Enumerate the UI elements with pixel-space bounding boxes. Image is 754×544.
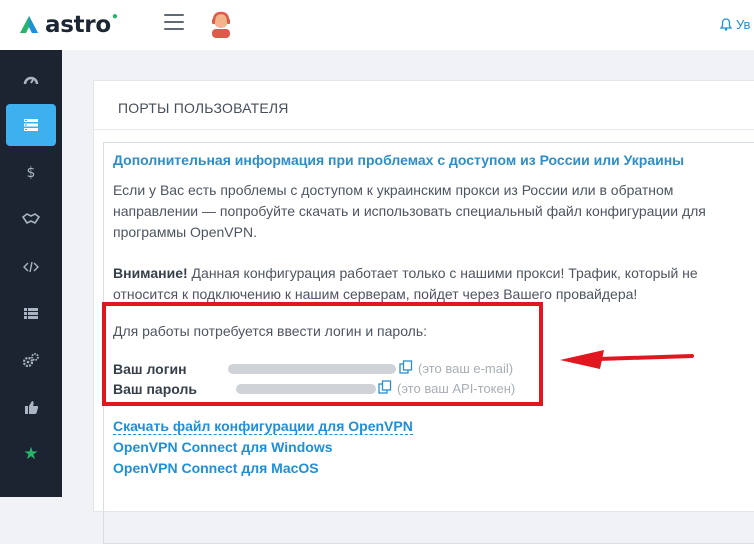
notifications-button[interactable]: Ув	[720, 17, 750, 32]
dashboard-icon	[23, 76, 39, 85]
sidebar: $ ★	[0, 50, 62, 497]
thumbs-up-icon	[24, 400, 38, 414]
sidebar-item-billing[interactable]: $	[6, 152, 56, 194]
openvpn-windows-link[interactable]: OpenVPN Connect для Windows	[113, 439, 333, 455]
sidebar-item-servers[interactable]	[6, 104, 56, 146]
code-icon	[23, 261, 39, 273]
sidebar-item-feedback[interactable]	[6, 386, 56, 428]
dollar-icon: $	[26, 165, 36, 181]
logo[interactable]: astro ●	[18, 10, 118, 38]
star-icon: ★	[23, 444, 39, 464]
download-config-link[interactable]: Скачать файл конфигурации для OpenVPN	[113, 418, 413, 435]
info-title: Дополнительная информация при проблемах …	[113, 152, 685, 168]
notifications-label: Ув	[736, 17, 751, 32]
list-icon	[24, 307, 38, 319]
settings-icon	[22, 353, 39, 368]
sidebar-item-settings[interactable]	[6, 340, 56, 382]
info-paragraph-line: направлении — попробуйте скачать и испол…	[113, 203, 706, 219]
sidebar-item-api[interactable]	[6, 246, 56, 288]
warning-text: Данная конфигурация работает только с на…	[187, 265, 698, 281]
logo-text: astro	[45, 12, 111, 38]
panel-title: ПОРТЫ ПОЛЬЗОВАТЕЛЯ	[118, 100, 289, 116]
highlight-frame	[102, 302, 543, 406]
handshake-icon	[22, 213, 40, 225]
warning-label: Внимание!	[113, 265, 188, 281]
info-paragraph-line: Если у Вас есть проблемы с доступом к ук…	[113, 182, 674, 198]
menu-toggle-icon[interactable]	[164, 14, 184, 35]
sidebar-item-dashboard[interactable]	[6, 58, 56, 100]
arrow-left-icon	[560, 350, 694, 369]
info-paragraph-line: программы OpenVPN.	[113, 224, 257, 240]
logo-dot: ●	[111, 10, 118, 22]
warning-line: Внимание! Данная конфигурация работает т…	[113, 263, 698, 284]
sidebar-item-favorites[interactable]: ★	[6, 433, 56, 475]
logo-mark-icon	[20, 16, 38, 33]
panel-divider	[94, 129, 754, 130]
top-bar: astro ● Ув	[0, 0, 754, 50]
openvpn-macos-link[interactable]: OpenVPN Connect для MacOS	[113, 460, 319, 476]
sidebar-item-list[interactable]	[6, 292, 56, 334]
sidebar-item-partners[interactable]	[6, 198, 56, 240]
support-avatar[interactable]	[208, 10, 234, 43]
user-ports-panel: ПОРТЫ ПОЛЬЗОВАТЕЛЯ Дополнительная информ…	[93, 80, 754, 544]
server-icon	[24, 119, 38, 131]
bell-icon	[720, 18, 732, 31]
